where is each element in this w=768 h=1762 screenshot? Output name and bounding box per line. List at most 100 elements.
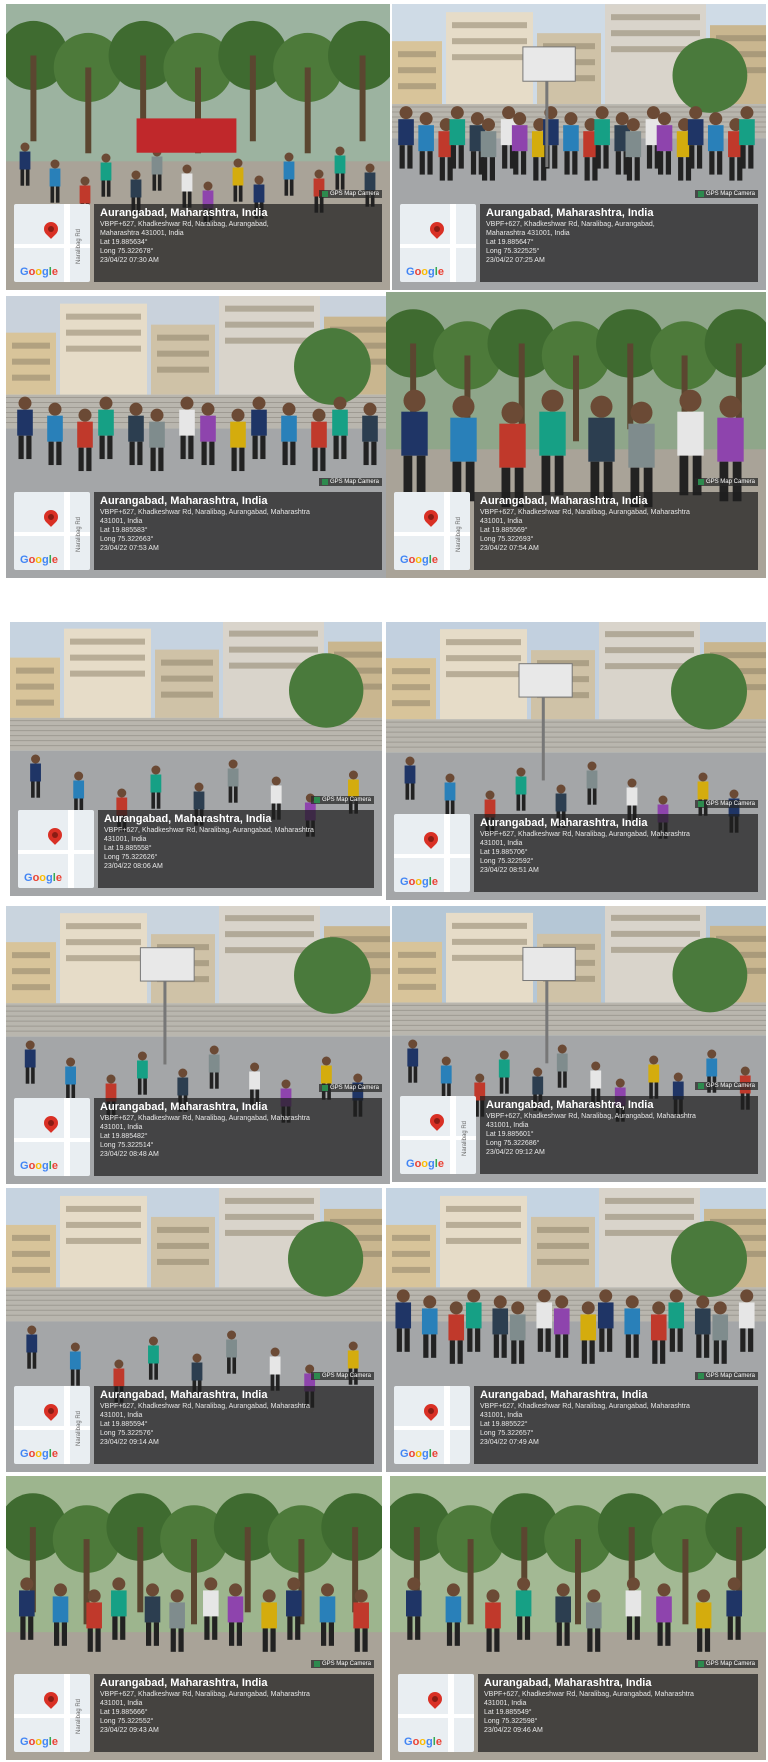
- gps-camera-badge: GPS Map Camera: [310, 796, 374, 804]
- google-logo: Google: [404, 1736, 442, 1748]
- badge-label: GPS Map Camera: [705, 1373, 755, 1379]
- badge-label: GPS Map Camera: [329, 1085, 379, 1091]
- location-info-panel: Aurangabad, Maharashtra, India VBPF+627, …: [94, 204, 382, 282]
- location-title: Aurangabad, Maharashtra, India: [480, 495, 648, 507]
- map-thumbnail: Google: [400, 204, 476, 282]
- location-detail-line: 23/04/22 07:30 AM: [100, 257, 159, 264]
- location-title: Aurangabad, Maharashtra, India: [100, 1101, 268, 1113]
- location-detail-line: Lat 19.885482°: [100, 1133, 148, 1140]
- location-detail-line: VBPF+627, Khadkeshwar Rd, Naralibag, Aur…: [480, 1403, 690, 1410]
- camera-logo-icon: [697, 479, 704, 485]
- location-detail-line: 431001, India: [100, 1412, 143, 1419]
- gps-camera-badge: GPS Map Camera: [694, 1372, 758, 1380]
- badge-label: GPS Map Camera: [321, 1373, 371, 1379]
- location-detail-line: VBPF+627, Khadkeshwar Rd, Naralibag, Aur…: [100, 221, 269, 228]
- location-info-panel: Aurangabad, Maharashtra, India VBPF+627, …: [474, 1386, 758, 1464]
- camera-logo-icon: [697, 191, 704, 197]
- google-logo: Google: [406, 1158, 444, 1170]
- location-title: Aurangabad, Maharashtra, India: [100, 1677, 268, 1689]
- location-detail-line: 23/04/22 07:25 AM: [486, 257, 545, 264]
- map-thumbnail: Naralibag Rd Google: [14, 204, 90, 282]
- location-info-panel: Aurangabad, Maharashtra, India VBPF+627, …: [98, 810, 374, 888]
- map-thumbnail: Naralibag Rd Google: [400, 1096, 476, 1174]
- gps-camera-badge: GPS Map Camera: [694, 190, 758, 198]
- camera-logo-icon: [313, 797, 320, 803]
- road-label: Naralibag Rd: [76, 228, 82, 264]
- location-detail-line: Lat 19.885558°: [104, 845, 152, 852]
- location-detail-line: Maharashtra 431001, India: [100, 230, 184, 237]
- map-pin-icon: [41, 219, 61, 239]
- location-detail-line: 431001, India: [484, 1700, 527, 1707]
- map-pin-icon: [421, 829, 441, 849]
- google-logo: Google: [406, 266, 444, 278]
- badge-label: GPS Map Camera: [329, 479, 379, 485]
- gps-camera-badge: GPS Map Camera: [318, 190, 382, 198]
- map-thumbnail: Naralibag Rd Google: [14, 1386, 90, 1464]
- geotagged-photo: GPS Map Camera Google Aurangabad, Maharas…: [390, 1476, 766, 1760]
- gps-camera-badge: GPS Map Camera: [318, 478, 382, 486]
- map-pin-icon: [41, 1113, 61, 1133]
- badge-label: GPS Map Camera: [329, 191, 379, 197]
- map-pin-icon: [421, 507, 441, 527]
- map-thumbnail: Google: [18, 810, 94, 888]
- location-detail-line: Lat 19.885666°: [100, 1709, 148, 1716]
- camera-logo-icon: [697, 1373, 704, 1379]
- map-thumbnail: Naralibag Rd Google: [14, 1674, 90, 1752]
- location-detail-line: 23/04/22 08:51 AM: [480, 867, 539, 874]
- location-detail-line: 23/04/22 07:54 AM: [480, 545, 539, 552]
- location-detail-line: Long 75.322663°: [100, 536, 154, 543]
- badge-label: GPS Map Camera: [321, 797, 371, 803]
- google-logo: Google: [20, 1448, 58, 1460]
- location-detail-line: Long 75.322657°: [480, 1430, 534, 1437]
- camera-logo-icon: [313, 1661, 320, 1667]
- location-detail-line: VBPF+627, Khadkeshwar Rd, Naralibag, Aur…: [100, 1115, 310, 1122]
- road-label: Naralibag Rd: [76, 1698, 82, 1734]
- google-logo: Google: [400, 554, 438, 566]
- road-label: Naralibag Rd: [456, 516, 462, 552]
- location-detail-line: Lat 19.885706°: [480, 849, 528, 856]
- location-info-panel: Aurangabad, Maharashtra, India VBPF+627, …: [94, 1386, 374, 1464]
- location-detail-line: 23/04/22 07:49 AM: [480, 1439, 539, 1446]
- badge-label: GPS Map Camera: [705, 191, 755, 197]
- location-detail-line: Long 75.322626°: [104, 854, 158, 861]
- location-detail-line: 23/04/22 09:12 AM: [486, 1149, 545, 1156]
- location-detail-line: 23/04/22 08:06 AM: [104, 863, 163, 870]
- gps-camera-badge: GPS Map Camera: [694, 1660, 758, 1668]
- google-logo: Google: [20, 1160, 58, 1172]
- location-detail-line: VBPF+627, Khadkeshwar Rd, Naralibag, Aur…: [480, 831, 690, 838]
- google-logo: Google: [400, 1448, 438, 1460]
- badge-label: GPS Map Camera: [705, 479, 755, 485]
- gps-camera-badge: GPS Map Camera: [694, 800, 758, 808]
- geotagged-photo: GPS Map Camera Naralibag Rd Google Aurang…: [6, 296, 390, 578]
- gps-camera-badge: GPS Map Camera: [694, 1082, 758, 1090]
- google-logo: Google: [400, 876, 438, 888]
- map-pin-icon: [427, 219, 447, 239]
- location-detail-line: Maharashtra 431001, India: [486, 230, 570, 237]
- geotagged-photo: GPS Map Camera Naralibag Rd Google Aurang…: [6, 1188, 382, 1472]
- location-detail-line: Lat 19.885549°: [484, 1709, 532, 1716]
- map-thumbnail: Naralibag Rd Google: [394, 492, 470, 570]
- map-thumbnail: Google: [394, 814, 470, 892]
- location-detail-line: 431001, India: [100, 1124, 143, 1131]
- gps-camera-badge: GPS Map Camera: [318, 1084, 382, 1092]
- google-logo: Google: [20, 554, 58, 566]
- map-thumbnail: Naralibag Rd Google: [14, 492, 90, 570]
- map-thumbnail: Google: [14, 1098, 90, 1176]
- camera-logo-icon: [313, 1373, 320, 1379]
- geotagged-photo: GPS Map Camera Naralibag Rd Google Aurang…: [392, 906, 766, 1182]
- location-detail-line: Long 75.322514°: [100, 1142, 154, 1149]
- location-title: Aurangabad, Maharashtra, India: [100, 495, 268, 507]
- gps-camera-badge: GPS Map Camera: [694, 478, 758, 486]
- location-detail-line: 431001, India: [480, 518, 523, 525]
- location-detail-line: Lat 19.885594°: [100, 1421, 148, 1428]
- camera-logo-icon: [697, 801, 704, 807]
- location-info-panel: Aurangabad, Maharashtra, India VBPF+627, …: [94, 492, 382, 570]
- location-detail-line: VBPF+627, Khadkeshwar Rd, Naralibag, Aur…: [100, 509, 310, 516]
- map-thumbnail: Google: [398, 1674, 474, 1752]
- geotagged-photo: GPS Map Camera Naralibag Rd Google Aurang…: [6, 1476, 382, 1760]
- location-info-panel: Aurangabad, Maharashtra, India VBPF+627, …: [480, 204, 758, 282]
- location-detail-line: VBPF+627, Khadkeshwar Rd, Naralibag, Aur…: [100, 1691, 310, 1698]
- camera-logo-icon: [321, 1085, 328, 1091]
- geotagged-photo: GPS Map Camera Google Aurangabad, Maharas…: [10, 622, 382, 896]
- geotagged-photo: GPS Map Camera Google Aurangabad, Maharas…: [386, 622, 766, 900]
